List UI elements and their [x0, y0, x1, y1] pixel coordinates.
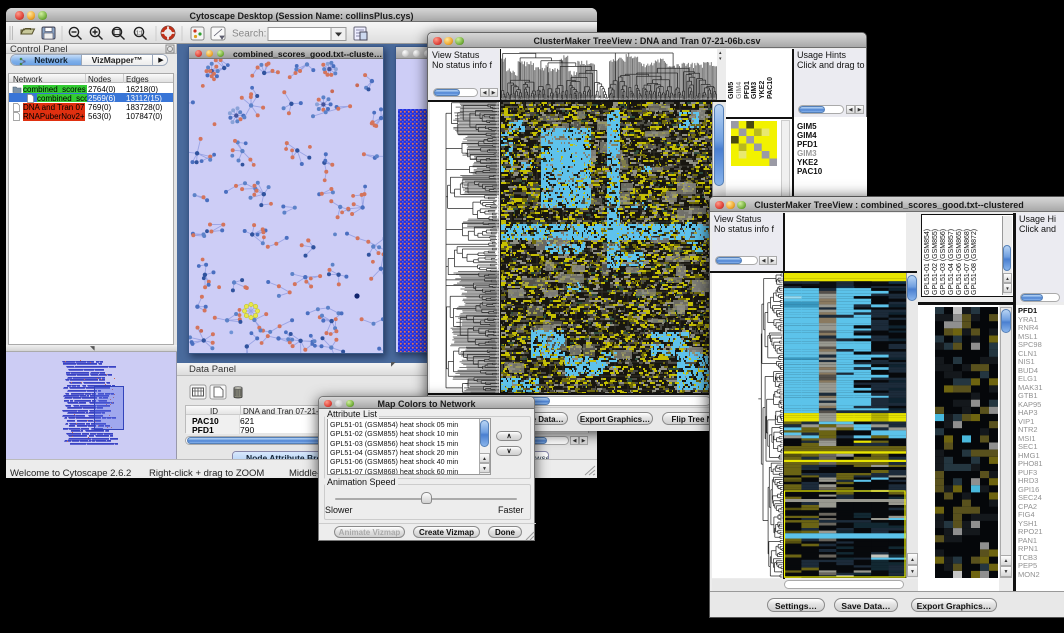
svg-text:1:1: 1:1: [136, 31, 143, 37]
svg-text:Search:: Search:: [232, 29, 266, 40]
